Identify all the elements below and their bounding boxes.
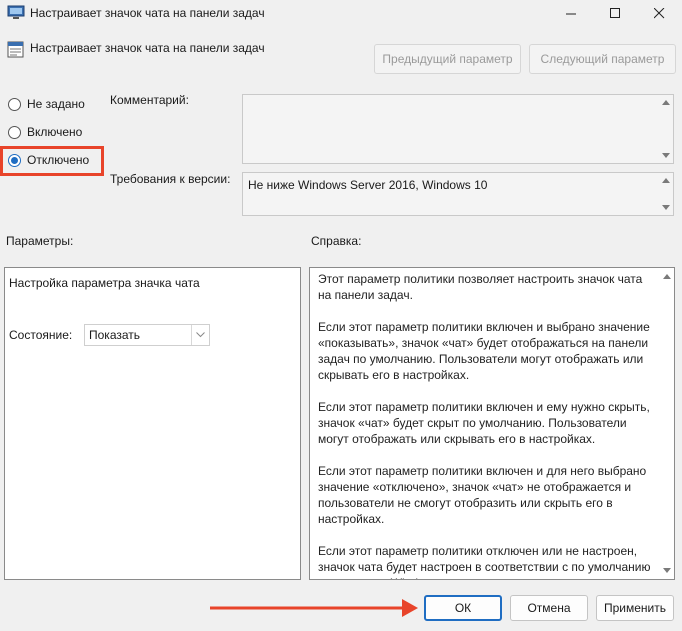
- comment-scrollbar[interactable]: [659, 95, 673, 163]
- help-paragraph: Если этот параметр политики отключен или…: [318, 544, 651, 579]
- cancel-button[interactable]: Отмена: [510, 595, 588, 621]
- scroll-down-icon[interactable]: [662, 153, 670, 158]
- requirements-label: Требования к версии:: [110, 172, 231, 186]
- requirements-scrollbar[interactable]: [659, 173, 673, 215]
- scroll-up-icon[interactable]: [662, 178, 670, 183]
- scroll-up-icon[interactable]: [662, 100, 670, 105]
- radio-circle[interactable]: [8, 125, 21, 139]
- requirements-value: Не ниже Windows Server 2016, Windows 10: [248, 178, 488, 192]
- close-icon: [653, 7, 664, 18]
- help-paragraph: Если этот параметр политики включен и дл…: [318, 464, 647, 526]
- minimize-icon: [565, 13, 576, 14]
- radio-not-configured[interactable]: Не задано: [8, 97, 85, 111]
- ok-button[interactable]: ОК: [424, 595, 502, 621]
- next-setting-button[interactable]: Следующий параметр: [529, 44, 676, 74]
- window-title: Настраивает значок чата на панели задач: [30, 6, 265, 20]
- maximize-icon: [609, 7, 620, 18]
- state-dropdown[interactable]: Показать: [84, 324, 210, 346]
- radio-label: Не задано: [27, 97, 85, 111]
- parameters-panel: Настройка параметра значка чата Состояни…: [4, 267, 301, 580]
- scroll-down-icon[interactable]: [663, 568, 671, 573]
- policy-icon: [7, 41, 24, 58]
- help-paragraph: Если этот параметр политики включен и ем…: [318, 400, 650, 446]
- scroll-down-icon[interactable]: [662, 205, 670, 210]
- minimize-button[interactable]: [550, 0, 592, 26]
- comment-label: Комментарий:: [110, 93, 189, 107]
- radio-circle[interactable]: [8, 97, 21, 111]
- parameters-label: Параметры:: [6, 234, 74, 248]
- title-bar: Настраивает значок чата на панели задач: [0, 0, 682, 26]
- radio-label: Включено: [27, 125, 83, 139]
- requirements-box: Не ниже Windows Server 2016, Windows 10: [242, 172, 674, 216]
- help-scrollbar[interactable]: [660, 268, 674, 579]
- scroll-up-icon[interactable]: [663, 274, 671, 279]
- chevron-down-icon: [191, 325, 209, 345]
- arrow-annotation-icon: [210, 599, 418, 617]
- radio-enabled[interactable]: Включено: [8, 125, 82, 139]
- help-panel: Этот параметр политики позволяет настрои…: [309, 267, 675, 580]
- app-icon: [7, 5, 25, 19]
- state-label: Состояние:: [9, 328, 73, 342]
- policy-title: Настраивает значок чата на панели задач: [30, 41, 265, 55]
- close-button[interactable]: [638, 0, 680, 26]
- apply-button[interactable]: Применить: [596, 595, 674, 621]
- help-paragraph: Если этот параметр политики включен и вы…: [318, 320, 650, 382]
- highlight-box: [0, 146, 104, 176]
- comment-textarea[interactable]: [242, 94, 674, 164]
- help-text: Этот параметр политики позволяет настрои…: [318, 271, 658, 579]
- state-dropdown-value: Показать: [89, 328, 141, 342]
- help-label: Справка:: [311, 234, 362, 248]
- help-paragraph: Этот параметр политики позволяет настрои…: [318, 272, 643, 302]
- maximize-button[interactable]: [594, 0, 636, 26]
- parameters-heading: Настройка параметра значка чата: [9, 276, 200, 290]
- previous-setting-button[interactable]: Предыдущий параметр: [374, 44, 521, 74]
